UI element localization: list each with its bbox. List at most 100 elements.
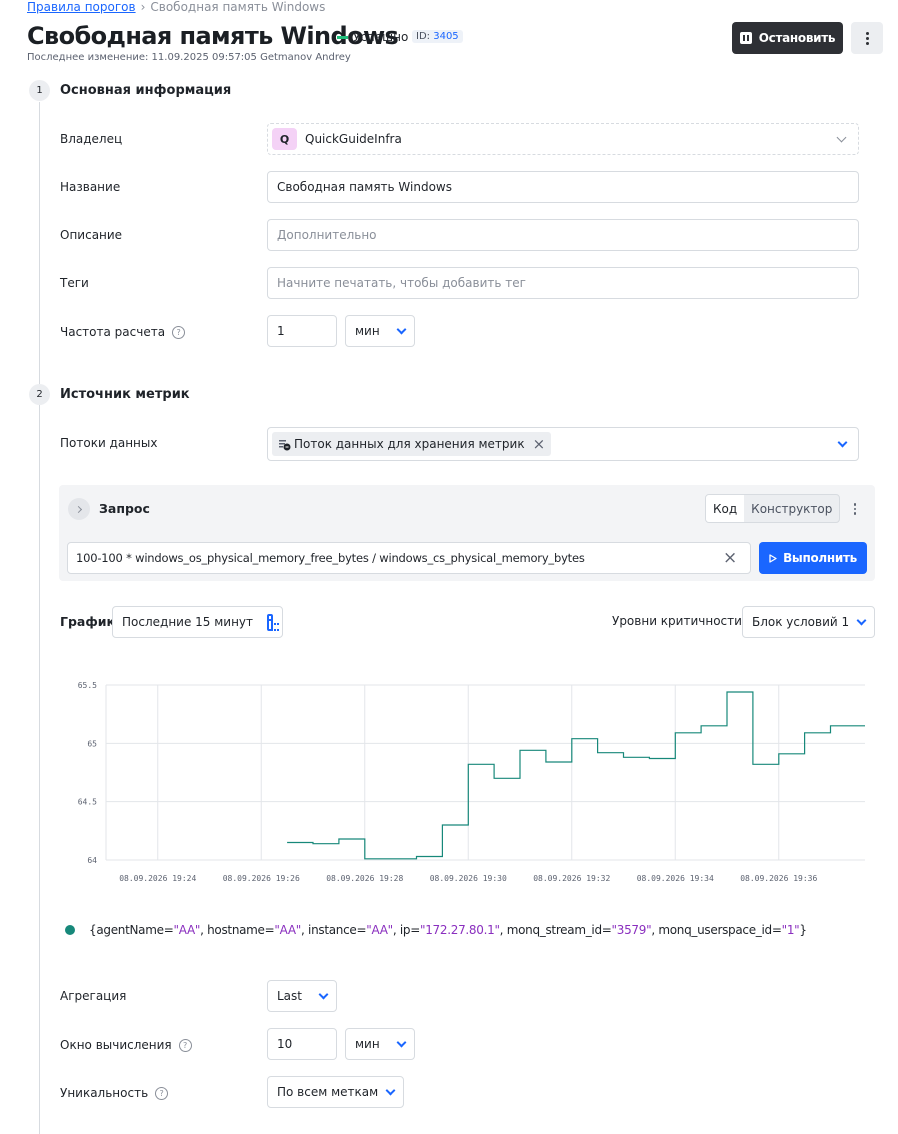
steps-timeline bbox=[39, 102, 40, 1134]
calendar-icon bbox=[267, 613, 279, 631]
window-unit-value: мин bbox=[355, 1037, 380, 1051]
frequency-unit-select[interactable]: мин bbox=[345, 315, 415, 347]
time-range-picker[interactable]: Последние 15 минут bbox=[112, 606, 283, 638]
run-button[interactable]: Выполнить bbox=[759, 542, 867, 574]
stream-chip-label: Поток данных для хранения метрик bbox=[294, 437, 525, 451]
stop-button[interactable]: Остановить bbox=[732, 22, 843, 54]
help-icon[interactable]: ? bbox=[178, 1038, 192, 1052]
name-label: Название bbox=[60, 180, 121, 194]
help-icon[interactable]: ? bbox=[155, 1086, 169, 1100]
y-tick-label: 64 bbox=[87, 856, 97, 865]
id-badge: ID: 3405 bbox=[412, 30, 463, 43]
status-indicator-icon bbox=[337, 35, 348, 39]
description-input[interactable]: Дополнительно bbox=[267, 219, 859, 251]
severity-select[interactable]: Блок условий 1 bbox=[742, 606, 875, 638]
tags-label: Теги bbox=[60, 276, 89, 290]
stop-button-label: Остановить bbox=[758, 31, 836, 45]
owner-value: QuickGuideInfra bbox=[305, 132, 402, 146]
x-tick-label: 08.09.2026 19:28 bbox=[326, 874, 403, 883]
tags-input[interactable]: Начните печатать, чтобы добавить тег bbox=[267, 267, 859, 299]
section-title-metric-source: Источник метрик bbox=[60, 387, 190, 402]
step-number-1: 1 bbox=[29, 80, 50, 101]
graph-label: График bbox=[60, 614, 115, 629]
chevron-down-icon bbox=[837, 437, 848, 447]
y-axis: 65.5 65 64.5 64 bbox=[78, 681, 97, 865]
chevron-down-icon bbox=[385, 1085, 396, 1095]
remove-chip-icon[interactable]: × bbox=[533, 436, 546, 452]
id-label: ID: bbox=[416, 31, 431, 42]
uniqueness-value: По всем меткам bbox=[277, 1085, 379, 1099]
chevron-down-icon bbox=[318, 989, 329, 999]
severity-label: Уровни критичности bbox=[612, 614, 742, 628]
stream-icon bbox=[279, 439, 291, 450]
breadcrumb-link-threshold-rules[interactable]: Правила порогов bbox=[27, 0, 136, 14]
x-tick-label: 08.09.2026 19:30 bbox=[430, 874, 507, 883]
query-title: Запрос bbox=[99, 501, 150, 516]
window-label: Окно вычисления ? bbox=[60, 1038, 192, 1052]
query-mode-toggle: Код Конструктор bbox=[705, 494, 841, 523]
kebab-icon bbox=[865, 31, 869, 45]
tab-code[interactable]: Код bbox=[706, 495, 745, 522]
streams-select[interactable]: Поток данных для хранения метрик × bbox=[267, 427, 859, 461]
aggregation-select[interactable]: Last bbox=[267, 980, 337, 1012]
chevron-down-icon bbox=[396, 324, 407, 334]
description-placeholder: Дополнительно bbox=[277, 228, 377, 242]
window-input[interactable]: 10 bbox=[267, 1028, 337, 1060]
id-value: 3405 bbox=[433, 31, 459, 42]
tab-builder[interactable]: Конструктор bbox=[744, 495, 839, 522]
status-badge: Успешно bbox=[337, 30, 408, 44]
breadcrumb: Правила порогов › Свободная память Windows bbox=[27, 0, 325, 14]
x-tick-label: 08.09.2026 19:26 bbox=[223, 874, 300, 883]
run-button-label: Выполнить bbox=[783, 551, 857, 565]
owner-label: Владелец bbox=[60, 132, 123, 146]
aggregation-label: Агрегация bbox=[60, 989, 127, 1003]
owner-avatar: Q bbox=[272, 128, 297, 150]
uniqueness-label-text: Уникальность bbox=[60, 1086, 149, 1100]
name-input[interactable]: Свободная память Windows bbox=[267, 171, 859, 203]
expand-query-button[interactable] bbox=[68, 498, 90, 520]
kebab-icon bbox=[853, 503, 857, 515]
stream-chip: Поток данных для хранения метрик × bbox=[272, 432, 552, 456]
last-modified: Последнее изменение: 11.09.2025 09:57:05… bbox=[27, 52, 351, 63]
section-title-basic-info: Основная информация bbox=[60, 83, 232, 98]
uniqueness-select[interactable]: По всем меткам bbox=[267, 1076, 404, 1108]
description-label: Описание bbox=[60, 228, 123, 242]
query-input[interactable]: 100-100 * windows_os_physical_memory_fre… bbox=[67, 542, 751, 574]
query-more-button[interactable] bbox=[847, 499, 863, 519]
aggregation-value: Last bbox=[277, 989, 302, 1003]
y-tick-label: 64.5 bbox=[78, 798, 97, 807]
step-number-2: 2 bbox=[29, 384, 50, 405]
window-unit-select[interactable]: мин bbox=[345, 1028, 415, 1060]
x-axis: 08.09.2026 19:24 08.09.2026 19:26 08.09.20… bbox=[119, 874, 817, 883]
y-tick-label: 65.5 bbox=[78, 681, 97, 690]
owner-select[interactable]: Q QuickGuideInfra bbox=[267, 123, 859, 155]
chevron-down-icon bbox=[856, 615, 867, 625]
chart-grid bbox=[105, 684, 865, 861]
pause-icon bbox=[739, 32, 752, 44]
chevron-down-icon bbox=[396, 1037, 407, 1047]
breadcrumb-current: Свободная память Windows bbox=[150, 0, 326, 14]
severity-value: Блок условий 1 bbox=[752, 615, 850, 629]
x-tick-label: 08.09.2026 19:32 bbox=[533, 874, 610, 883]
frequency-label: Частота расчета ? bbox=[60, 325, 186, 339]
streams-label: Потоки данных bbox=[60, 436, 158, 450]
frequency-input[interactable]: 1 bbox=[267, 315, 337, 347]
uniqueness-label: Уникальность ? bbox=[60, 1086, 169, 1100]
time-range-value: Последние 15 минут bbox=[122, 615, 254, 629]
breadcrumb-separator-icon: › bbox=[140, 0, 146, 14]
tags-placeholder: Начните печатать, чтобы добавить тег bbox=[277, 276, 526, 290]
x-tick-label: 08.09.2026 19:24 bbox=[119, 874, 196, 883]
clear-query-icon[interactable]: × bbox=[723, 548, 737, 568]
play-icon bbox=[769, 553, 777, 563]
help-icon[interactable]: ? bbox=[172, 325, 186, 339]
y-tick-label: 65 bbox=[87, 739, 97, 748]
x-tick-label: 08.09.2026 19:34 bbox=[637, 874, 714, 883]
series-color-icon bbox=[65, 925, 75, 935]
legend-series-label[interactable]: {agentName="AA", hostname="AA", instance… bbox=[89, 923, 807, 937]
x-tick-label: 08.09.2026 19:36 bbox=[740, 874, 817, 883]
frequency-unit-value: мин bbox=[355, 324, 380, 338]
window-label-text: Окно вычисления bbox=[60, 1038, 172, 1052]
chevron-down-icon bbox=[836, 132, 847, 142]
more-options-button[interactable] bbox=[851, 22, 883, 54]
metric-chart: 65.56564.564 08.09.2026 19:24 08.09.2026 … bbox=[78, 681, 865, 883]
